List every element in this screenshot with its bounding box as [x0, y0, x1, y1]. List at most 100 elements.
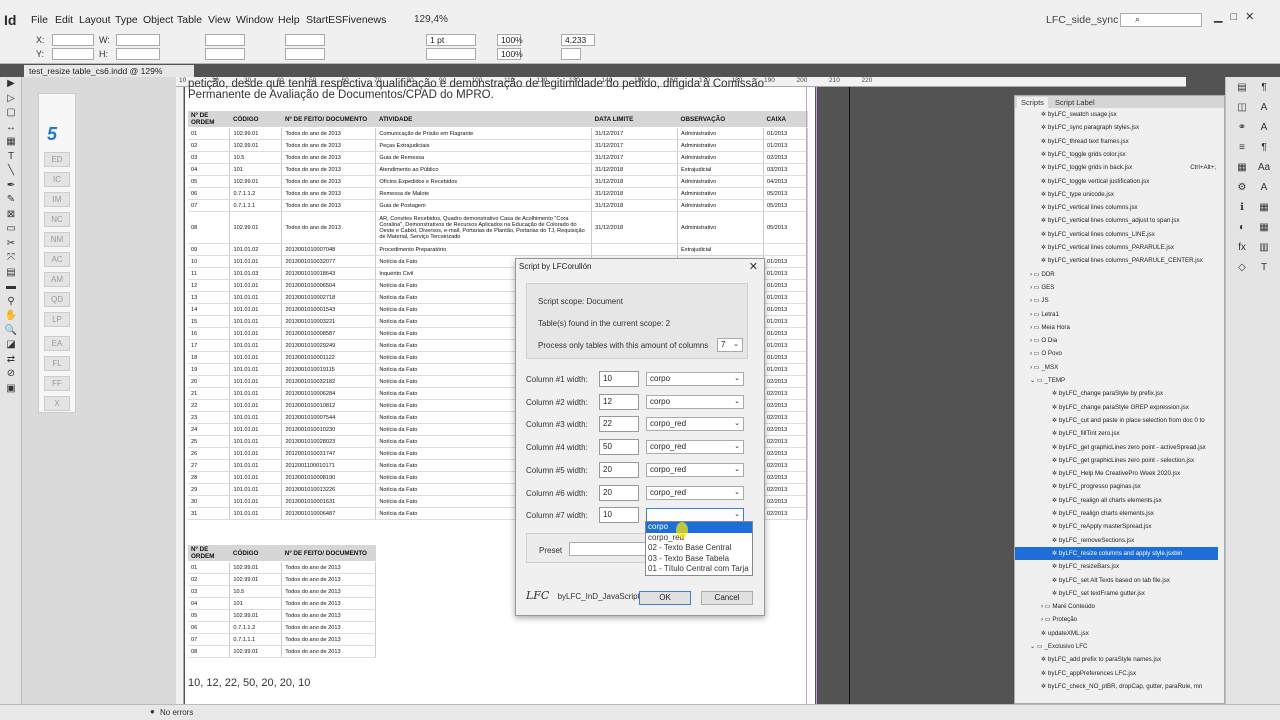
char-styles-icon[interactable]: A: [1256, 122, 1272, 136]
table-row[interactable]: 07 0.7.1.1.1 Todos do ano de 2013 Guia de P…: [188, 199, 809, 212]
script-item[interactable]: ✲ byLFC_resize columns and apply style.j…: [1015, 546, 1218, 560]
selection-tool-icon[interactable]: ▶: [0, 77, 22, 92]
menu-view[interactable]: View: [208, 14, 231, 26]
table-row[interactable]: 06 0.7.1.1.2 Todos do ano de 2013: [188, 621, 376, 634]
script-folder[interactable]: › ▭ O Dia: [1015, 334, 1218, 347]
column-width-input[interactable]: 20: [599, 484, 639, 501]
shear-field[interactable]: [285, 48, 325, 60]
menu-fivenews[interactable]: Fivenews: [342, 14, 386, 26]
script-item[interactable]: ✲ byLFC_change paraStyle GREP expression…: [1015, 401, 1218, 414]
script-item[interactable]: ✲ byLFC_type unicode.jsx: [1015, 188, 1218, 201]
table-styles-icon[interactable]: ▦: [1256, 202, 1272, 216]
rectangle-tool-icon[interactable]: ▭: [0, 222, 22, 237]
table-row[interactable]: 02 102.99.01 Todos do ano de 2013 Peças Ext…: [188, 139, 809, 152]
menu-startes[interactable]: StartES: [306, 14, 342, 26]
script-folder[interactable]: ⌄ ▭ _Exclusivo LFC: [1015, 640, 1218, 653]
column-style-select[interactable]: corpo ⌄: [646, 394, 744, 409]
dropdown-option[interactable]: corpo: [646, 522, 752, 533]
data-table-2[interactable]: Nº DE ORDEM CÓDIGO Nº DE FEITO/ DOCUMENTO …: [188, 545, 376, 658]
scale-y-field[interactable]: [205, 48, 245, 60]
table-row[interactable]: 04 101 Todos do ano de 2013 Atendimento ao …: [188, 163, 809, 176]
column-style-select[interactable]: corpo_red ⌄: [646, 417, 744, 432]
script-item[interactable]: ✲ byLFC_Help Me CreativePro Week 2020.js…: [1015, 467, 1218, 480]
column-style-select[interactable]: corpo ⌄: [646, 372, 744, 386]
y-field[interactable]: [52, 48, 94, 60]
column-width-input[interactable]: 22: [599, 416, 639, 433]
table-row[interactable]: 02 102.99.01 Todos do ano de 2013: [188, 573, 376, 586]
script-item[interactable]: ✲ byLFC_cut and paste in place selection…: [1015, 414, 1218, 427]
gap-tool-icon[interactable]: ↔: [0, 121, 22, 136]
x-field[interactable]: [52, 34, 94, 46]
sidepanel-button-lp[interactable]: LP: [44, 312, 70, 327]
direct-selection-tool-icon[interactable]: ▷: [0, 92, 22, 107]
style-dropdown-list[interactable]: corpo corpo_red 02 - Texto Base Central 03 …: [645, 521, 753, 576]
script-item[interactable]: ✲ byLFC_swatch usage.jsx: [1015, 108, 1218, 121]
script-item[interactable]: ✲ byLFC_fillTint zero.jsx: [1015, 427, 1218, 440]
script-item[interactable]: ✲ byLFC_add prefix to paraStyle names.js…: [1015, 653, 1218, 666]
column-count-select[interactable]: 7 ⌄: [717, 338, 743, 352]
content-collector-icon[interactable]: ▦: [0, 135, 22, 150]
apply-none-icon[interactable]: ⊘: [0, 367, 22, 382]
menu-file[interactable]: File: [31, 14, 48, 26]
script-item[interactable]: ✲ byLFC_vertical lines columns_LINE.jsx: [1015, 228, 1218, 241]
rotate-field[interactable]: [285, 34, 325, 46]
script-folder[interactable]: › ▭ DDR: [1015, 268, 1218, 281]
column-width-input[interactable]: 12: [599, 393, 639, 410]
table-row[interactable]: 01 102.99.01 Todos do ano de 2013 Comunicaç…: [188, 127, 809, 140]
sidepanel-button-fl[interactable]: FL: [44, 356, 70, 371]
script-folder[interactable]: ⌄ ▭ _TEMP: [1015, 374, 1218, 387]
pathfinder-icon[interactable]: ◇: [1234, 262, 1250, 276]
dimension-field-2[interactable]: [561, 48, 581, 60]
story-icon[interactable]: T: [1256, 262, 1272, 276]
line-tool-icon[interactable]: ╲: [0, 164, 22, 179]
cancel-button[interactable]: Cancel: [701, 591, 753, 605]
stroke-type-field[interactable]: [426, 48, 476, 60]
effects-icon[interactable]: fx: [1234, 242, 1250, 256]
gradient-icon[interactable]: ◐: [1234, 222, 1250, 236]
w-field[interactable]: [116, 34, 160, 46]
script-item[interactable]: ✲ byLFC_check_NO_ptBR, dropCap, gutter, …: [1015, 680, 1218, 693]
column-style-select[interactable]: corpo_red ⌄: [646, 462, 744, 477]
column-style-select[interactable]: corpo_red ⌄: [646, 440, 744, 455]
sidepanel-button-ac[interactable]: AC: [44, 252, 70, 267]
script-item[interactable]: ✲ byLFC_toggle vertical justification.js…: [1015, 175, 1218, 188]
column-width-input[interactable]: 20: [599, 461, 639, 478]
dimension-field[interactable]: 4,233 mm: [561, 34, 595, 55]
pen-tool-icon[interactable]: ✒: [0, 179, 22, 194]
sidepanel-button-am[interactable]: AM: [44, 272, 70, 287]
table-row[interactable]: 09 101.01.02 2013001010007048 Procedimento …: [188, 243, 809, 256]
sidepanel-button-ic[interactable]: IC: [44, 172, 70, 187]
table-row[interactable]: 03 10.5 Todos do ano de 2013: [188, 585, 376, 598]
stroke-weight-field[interactable]: 1 pt: [426, 34, 476, 46]
script-item[interactable]: ✲ byLFC_change paraStyle by prefix.jsx: [1015, 387, 1218, 400]
column-width-input[interactable]: 10: [599, 371, 639, 387]
window-controls[interactable]: ▁□✕: [1214, 10, 1262, 23]
script-item[interactable]: ✲ byLFC_get graphicLines zero point - ac…: [1015, 441, 1218, 454]
menu-object[interactable]: Object: [143, 14, 173, 26]
sidepanel-button-x[interactable]: X: [44, 396, 70, 411]
zoom-level[interactable]: 129,4%: [394, 12, 464, 28]
para-styles-icon[interactable]: ¶: [1256, 142, 1272, 156]
table-row[interactable]: 03 10.5 Todos do ano de 2013 Guia de Remess…: [188, 151, 809, 164]
script-folder[interactable]: › ▭ GES: [1015, 281, 1218, 294]
script-item[interactable]: ✲ byLFC_reApply masterSpread.jsx: [1015, 520, 1218, 533]
scale-x-field[interactable]: [205, 34, 245, 46]
script-item[interactable]: ✲ byLFC_appPreferences LFC.jsx: [1015, 667, 1218, 680]
script-folder[interactable]: › ▭ _MSX: [1015, 361, 1218, 374]
script-folder[interactable]: › ▭ Proteção: [1015, 613, 1218, 626]
dropdown-option[interactable]: 01 - Título Central com Tarja: [646, 564, 752, 575]
menu-help[interactable]: Help: [278, 14, 300, 26]
sidepanel-button-nc[interactable]: NC: [44, 212, 70, 227]
script-item[interactable]: ✲ byLFC_sync paragraph styles.jsx: [1015, 121, 1218, 134]
preflight-status[interactable]: No errors: [160, 708, 193, 717]
table-row[interactable]: 04 101 Todos do ano de 2013: [188, 597, 376, 610]
menu-edit[interactable]: Edit: [55, 14, 73, 26]
script-item[interactable]: ✲ byLFC_vertical lines columns_PARARULE.…: [1015, 241, 1218, 254]
script-folder[interactable]: › ▭ Maré Conteúdo: [1015, 600, 1218, 613]
cell-styles-icon[interactable]: ▦: [1256, 222, 1272, 236]
script-item[interactable]: ✲ byLFC_vertical lines columns.jsx: [1015, 201, 1218, 214]
script-folder[interactable]: › ▭ JS: [1015, 294, 1218, 307]
table-row[interactable]: 05 102.99.01 Todos do ano de 2013: [188, 609, 376, 622]
dropdown-option[interactable]: 02 - Texto Base Central: [646, 543, 752, 554]
script-item[interactable]: ✲ byLFC_realign all charts elements.jsx: [1015, 494, 1218, 507]
